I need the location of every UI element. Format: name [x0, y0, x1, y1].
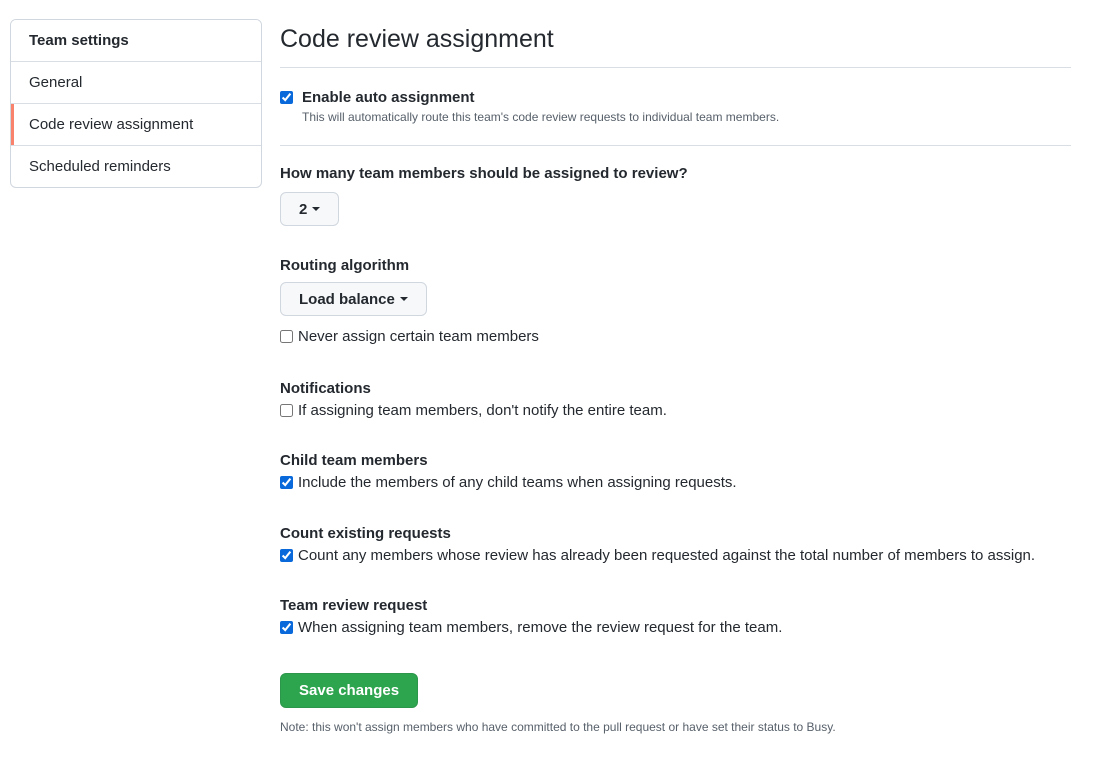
routing-algorithm-value: Load balance: [299, 290, 395, 308]
reviewer-count-select[interactable]: 2: [280, 192, 340, 226]
routing-algorithm-select[interactable]: Load balance: [280, 282, 427, 316]
sidebar-item-code-review-assignment[interactable]: Code review assignment: [11, 104, 261, 146]
settings-sidebar: Team settings General Code review assign…: [10, 19, 262, 188]
form-actions: Save changes: [280, 673, 419, 708]
child-team-label: Child team members: [280, 452, 428, 469]
footnote: Note: this won't assign members who have…: [280, 720, 836, 734]
enable-auto-assignment-row: Enable auto assignment This will automat…: [280, 89, 1071, 146]
never-assign-row: Never assign certain team members: [280, 328, 1071, 346]
routing-section: Routing algorithm Load balance Never ass…: [280, 257, 1071, 346]
caret-down-icon: [399, 297, 408, 301]
caret-down-icon: [312, 207, 321, 211]
notifications-checkbox[interactable]: [280, 404, 293, 417]
reviewer-count-section: How many team members should be assigned…: [280, 165, 1071, 226]
team-review-option-label: When assigning team members, remove the …: [298, 619, 783, 636]
count-existing-section: Count existing requests Count any member…: [280, 525, 1080, 565]
team-review-label: Team review request: [280, 597, 428, 614]
sidebar-header: Team settings: [11, 20, 261, 62]
main-content: Code review assignment Enable auto assig…: [280, 0, 1071, 146]
child-team-checkbox[interactable]: [280, 476, 293, 489]
count-existing-option-row: Count any members whose review has alrea…: [280, 547, 1080, 565]
enable-auto-assignment-description: This will automatically route this team'…: [302, 110, 780, 124]
notifications-option-row: If assigning team members, don't notify …: [280, 402, 1071, 420]
sidebar-item-general[interactable]: General: [11, 62, 261, 104]
enable-auto-assignment-checkbox[interactable]: [280, 91, 293, 104]
routing-algorithm-label: Routing algorithm: [280, 257, 410, 274]
enable-auto-assignment-label: Enable auto assignment: [302, 89, 475, 106]
notifications-label: Notifications: [280, 380, 371, 397]
count-existing-checkbox[interactable]: [280, 549, 293, 562]
reviewer-count-question: How many team members should be assigned…: [280, 165, 688, 182]
child-team-section: Child team members Include the members o…: [280, 452, 1071, 492]
notifications-option-label: If assigning team members, don't notify …: [298, 402, 667, 419]
child-team-option-label: Include the members of any child teams w…: [298, 474, 737, 491]
page-title: Code review assignment: [280, 0, 1071, 68]
count-existing-label: Count existing requests: [280, 525, 451, 542]
never-assign-checkbox[interactable]: [280, 330, 293, 343]
count-existing-option-label: Count any members whose review has alrea…: [298, 547, 1036, 564]
page: Team settings General Code review assign…: [0, 0, 1097, 773]
sidebar-item-scheduled-reminders[interactable]: Scheduled reminders: [11, 146, 261, 187]
reviewer-count-value: 2: [299, 200, 308, 218]
team-review-option-row: When assigning team members, remove the …: [280, 619, 1071, 637]
team-review-section: Team review request When assigning team …: [280, 597, 1071, 637]
notifications-section: Notifications If assigning team members,…: [280, 380, 1071, 420]
child-team-option-row: Include the members of any child teams w…: [280, 474, 1071, 492]
team-review-checkbox[interactable]: [280, 621, 293, 634]
never-assign-label: Never assign certain team members: [298, 328, 539, 345]
save-changes-button[interactable]: Save changes: [280, 673, 419, 708]
